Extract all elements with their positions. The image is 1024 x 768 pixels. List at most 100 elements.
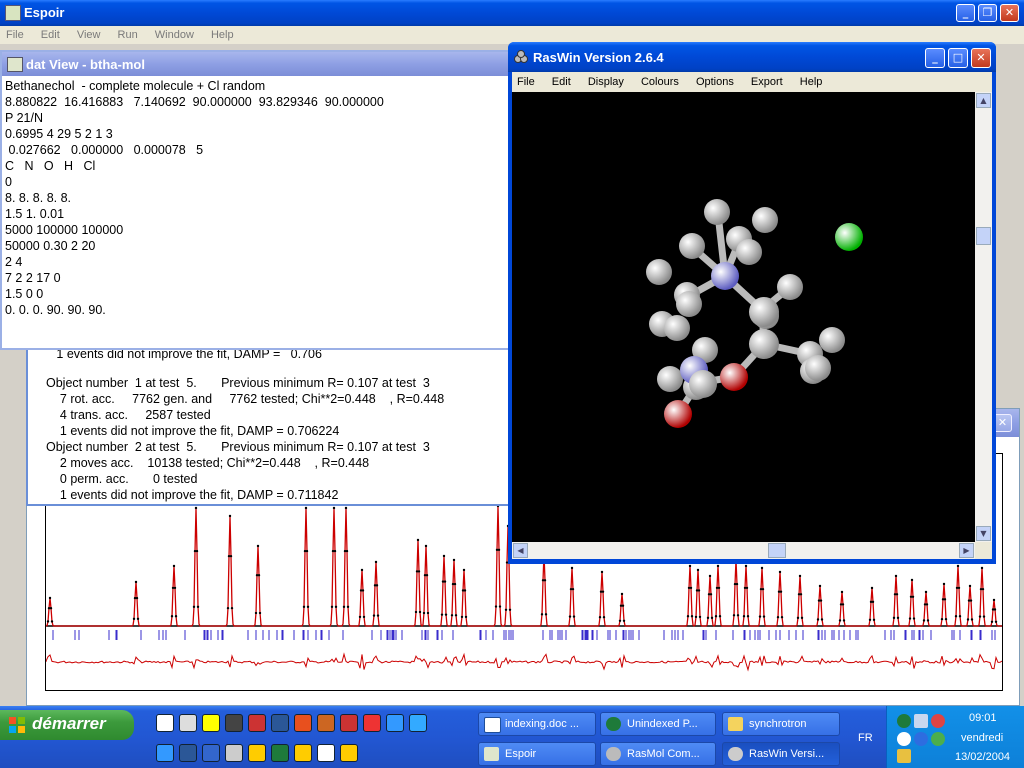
lightning-icon[interactable]: [294, 744, 312, 762]
raswin-menu-options[interactable]: Options: [696, 76, 734, 88]
observed-point: [978, 615, 982, 618]
raswin-menu-help[interactable]: Help: [800, 76, 823, 88]
mail-icon[interactable]: [156, 714, 174, 732]
hydrogen-atom: [777, 274, 803, 300]
observed-point: [333, 549, 337, 553]
acrobat-icon[interactable]: [340, 714, 358, 732]
raswin-menu-edit[interactable]: Edit: [552, 76, 571, 88]
ie2-icon[interactable]: [409, 714, 427, 732]
raswin-app-icon: [514, 50, 528, 64]
tray-n-icon[interactable]: [897, 714, 911, 728]
search-icon[interactable]: [156, 744, 174, 762]
tray-app-icon[interactable]: [931, 714, 945, 728]
menu-file[interactable]: File: [6, 29, 24, 41]
raswin-menu-export[interactable]: Export: [751, 76, 783, 88]
hscroll-thumb[interactable]: [768, 543, 786, 558]
raswin-hscrollbar[interactable]: ◀ ▶: [512, 542, 975, 559]
raswin-size-grip[interactable]: [975, 542, 992, 559]
dat-line-1: Bethanechol - complete molecule + Cl ran…: [5, 79, 266, 93]
raswin-maximize-button[interactable]: □: [948, 48, 968, 68]
raswin-close-button[interactable]: ✕: [971, 48, 991, 68]
observed-point: [816, 618, 820, 621]
observed-point: [345, 549, 349, 553]
ppt-icon[interactable]: [317, 714, 335, 732]
scroll-left-arrow[interactable]: ◀: [513, 543, 528, 558]
observed-point: [195, 549, 199, 553]
dat-line-12: 2 4: [5, 255, 23, 269]
language-indicator[interactable]: FR: [858, 732, 873, 744]
observed-point: [306, 605, 310, 609]
pencil-icon[interactable]: [248, 744, 266, 762]
n-icon[interactable]: [271, 744, 289, 762]
difference-curve: [46, 652, 1002, 672]
task-unindexed[interactable]: Unindexed P...: [600, 712, 716, 736]
raswin-menu-file[interactable]: File: [517, 76, 535, 88]
observed-point: [779, 590, 783, 593]
observed-point: [778, 570, 782, 574]
raswin-vscrollbar[interactable]: ▲ ▼: [975, 92, 992, 542]
dat-view-titlebar: dat View - btha-mol: [2, 52, 508, 76]
observed-point: [305, 549, 309, 553]
raswin-menu-display[interactable]: Display: [588, 76, 624, 88]
ie-icon[interactable]: [386, 714, 404, 732]
scroll-down-arrow[interactable]: ▼: [976, 526, 991, 541]
nitrogen-atom: [711, 262, 739, 290]
menu-view[interactable]: View: [77, 29, 101, 41]
raswin-minimize-button[interactable]: _: [925, 48, 945, 68]
espoir-close-button[interactable]: ✕: [1000, 4, 1019, 22]
espoir-restore-button[interactable]: ❐: [978, 4, 997, 22]
chlorine-atom: [835, 223, 863, 251]
menu-help[interactable]: Help: [211, 29, 234, 41]
observed-point: [442, 554, 446, 558]
chart-icon[interactable]: [248, 714, 266, 732]
observed-point: [418, 610, 422, 614]
task-rasmol-com[interactable]: RasMol Com...: [600, 742, 716, 766]
tools2-icon[interactable]: [225, 744, 243, 762]
menu-edit[interactable]: Edit: [41, 29, 60, 41]
observed-point: [361, 589, 365, 592]
task-indexing-doc[interactable]: indexing.doc ...: [478, 712, 596, 736]
start-button[interactable]: démarrer: [0, 710, 134, 740]
tray-pen-icon[interactable]: [897, 749, 911, 763]
observed-point: [571, 587, 575, 591]
pdf-icon[interactable]: [294, 714, 312, 732]
observed-point: [842, 619, 846, 622]
tray-network-icon[interactable]: [914, 714, 928, 728]
task-raswin[interactable]: RasWin Versi...: [722, 742, 840, 766]
observed-point: [196, 605, 200, 609]
tray-b-icon[interactable]: [914, 732, 928, 746]
observed-point: [994, 620, 998, 623]
monitor-icon[interactable]: [202, 714, 220, 732]
folder2-icon[interactable]: [340, 744, 358, 762]
log-line-6: 2 moves acc. 10138 tested; Chi**2=0.448 …: [46, 456, 370, 470]
carbon-atom: [749, 329, 779, 359]
network-icon[interactable]: [202, 744, 220, 762]
scroll-thumb[interactable]: [976, 227, 991, 245]
netscape-icon[interactable]: [179, 744, 197, 762]
tools-icon[interactable]: [225, 714, 243, 732]
observed-point: [910, 578, 914, 582]
scroll-up-arrow[interactable]: ▲: [976, 93, 991, 108]
menu-run[interactable]: Run: [118, 29, 138, 41]
paint-icon[interactable]: [363, 714, 381, 732]
observed-point: [894, 574, 898, 578]
espoir-minimize-button[interactable]: _: [956, 4, 975, 22]
task-espoir[interactable]: Espoir: [478, 742, 596, 766]
mail2-icon[interactable]: [179, 714, 197, 732]
task-synchrotron[interactable]: synchrotron: [722, 712, 840, 736]
observed-point: [257, 574, 261, 577]
observed-point: [708, 574, 712, 578]
tray-globe-icon[interactable]: [931, 732, 945, 746]
word-icon[interactable]: [271, 714, 289, 732]
raswin-menu-colours[interactable]: Colours: [641, 76, 679, 88]
tray-eye-icon[interactable]: [897, 732, 911, 746]
hydrogen-atom: [646, 259, 672, 285]
observed-point: [440, 613, 444, 616]
espoir-app-icon: [5, 5, 21, 21]
observed-point: [135, 596, 139, 600]
scroll-right-arrow[interactable]: ▶: [959, 543, 974, 558]
ftp-icon[interactable]: [317, 744, 335, 762]
molecule-canvas[interactable]: [512, 92, 975, 542]
menu-window[interactable]: Window: [155, 29, 194, 41]
hydrogen-atom: [805, 355, 831, 381]
